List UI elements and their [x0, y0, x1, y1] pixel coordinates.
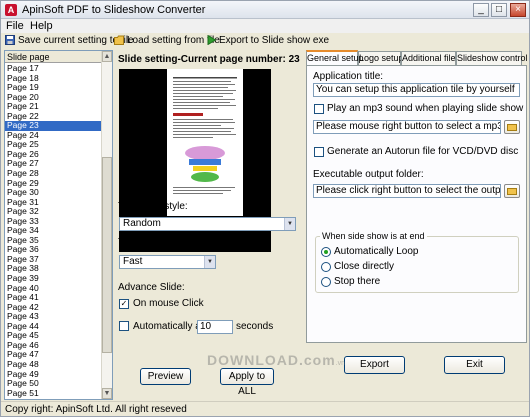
transition-speed-value: Fast: [123, 256, 143, 267]
title-bar[interactable]: A ApinSoft PDF to Slideshow Converter _ …: [1, 1, 529, 19]
transition-speed-select[interactable]: Fast ▼: [119, 255, 216, 269]
general-setup-page: Application title: You can setup this ap…: [306, 65, 527, 343]
end-behavior-title: When side show is at end: [320, 231, 427, 241]
transition-style-select[interactable]: Random ▼: [119, 217, 296, 231]
app-icon: A: [5, 4, 17, 16]
tab-general-setup[interactable]: General setup: [306, 50, 364, 65]
tab-logo-setup[interactable]: Logo setup: [358, 51, 404, 65]
page-list-item[interactable]: Page 51: [5, 388, 102, 399]
transition-style-value: Random: [123, 218, 161, 229]
app-window: A ApinSoft PDF to Slideshow Converter _ …: [0, 0, 530, 417]
slide-page-header[interactable]: Slide page: [5, 51, 102, 63]
menu-file[interactable]: File: [6, 20, 24, 32]
on-mouse-click-checkbox[interactable]: ✓: [119, 299, 129, 309]
browse-output-button[interactable]: [504, 184, 520, 198]
page-list-scrollbar[interactable]: ▲ ▼: [101, 51, 112, 399]
chevron-down-icon[interactable]: ▼: [204, 256, 215, 268]
folder-icon: [507, 188, 517, 195]
auto-after-checkbox[interactable]: [119, 321, 129, 331]
output-folder-label: Executable output folder:: [313, 169, 424, 180]
stop-there-radio[interactable]: [321, 277, 331, 287]
scroll-down-arrow-icon[interactable]: ▼: [102, 388, 112, 399]
stop-there-label[interactable]: Stop there: [334, 276, 380, 287]
auto-loop-radio[interactable]: [321, 247, 331, 257]
app-title-input[interactable]: You can setup this application tile by y…: [313, 83, 520, 97]
window-title: ApinSoft PDF to Slideshow Converter: [22, 4, 206, 16]
play-mp3-label[interactable]: Play an mp3 sound when playing slide sho…: [327, 103, 523, 114]
seconds-label: seconds: [236, 321, 274, 332]
end-behavior-group: When side show is at end Automatically L…: [315, 231, 519, 293]
export-exe-label: Export to Slide show exe: [219, 35, 330, 46]
save-icon: [5, 35, 15, 46]
chevron-down-icon[interactable]: ▼: [284, 218, 295, 230]
export-button[interactable]: Export: [344, 356, 405, 374]
tab-additional-files[interactable]: Additional files: [401, 51, 460, 65]
output-folder-input[interactable]: Please click right button to select the …: [313, 184, 501, 198]
close-directly-label[interactable]: Close directly: [334, 261, 394, 272]
tab-slideshow-control[interactable]: Slideshow control: [456, 51, 528, 65]
settings-tabs: General setup Logo setup Additional file…: [306, 50, 528, 65]
auto-after-seconds-input[interactable]: 10: [197, 320, 233, 334]
app-title-label: Application title:: [313, 71, 384, 82]
apply-to-all-button[interactable]: Apply to ALL: [220, 368, 274, 397]
preview-button[interactable]: Preview: [140, 368, 191, 385]
menu-help[interactable]: Help: [30, 20, 53, 32]
on-mouse-click-label[interactable]: On mouse Click: [133, 298, 204, 309]
menu-bar: File Help: [1, 19, 529, 33]
slide-settings-panel: Slide setting-Current page number: 23 Tr…: [115, 50, 303, 400]
advance-slide-label: Advance Slide:: [118, 282, 185, 293]
copyright-text: Copy right: ApinSoft Ltd. All right rese…: [5, 404, 187, 415]
folder-icon: [507, 124, 517, 131]
autorun-checkbox[interactable]: [314, 147, 324, 157]
watermark-sub: .vn: [335, 360, 346, 367]
transition-style-label: Transition style:: [118, 201, 188, 212]
scroll-thumb[interactable]: [102, 157, 112, 353]
browse-mp3-button[interactable]: [504, 120, 520, 134]
scroll-up-arrow-icon[interactable]: ▲: [102, 51, 112, 62]
settings-tab-panel: General setup Logo setup Additional file…: [304, 50, 528, 400]
checkmark-icon: ✓: [120, 299, 128, 308]
exit-button[interactable]: Exit: [444, 356, 505, 374]
slide-settings-title: Slide setting-Current page number: 23: [118, 54, 300, 65]
mp3-file-input[interactable]: Please mouse right button to select a mp…: [313, 120, 501, 134]
slide-page-list[interactable]: Slide page Page 17 Page 18 Page 19 Page 20 P…: [4, 50, 113, 400]
toolbar: Save current setting to file Load settin…: [1, 33, 529, 49]
close-directly-radio[interactable]: [321, 262, 331, 272]
close-button[interactable]: ×: [510, 3, 526, 17]
minimize-button[interactable]: _: [473, 3, 489, 17]
watermark-logo: DOWNLOAD.com.vn: [207, 352, 345, 368]
transition-speed-label: Transition speed:: [118, 237, 195, 248]
load-setting-button[interactable]: Load setting from file: [114, 34, 220, 48]
status-bar: Copy right: ApinSoft Ltd. All right rese…: [1, 401, 529, 416]
auto-loop-label[interactable]: Automatically Loop: [334, 246, 419, 257]
maximize-button[interactable]: □: [491, 3, 507, 17]
watermark-main: DOWNLOAD.com: [207, 352, 336, 368]
export-exe-button[interactable]: Export to Slide show exe: [207, 34, 329, 48]
open-folder-icon: [114, 35, 124, 46]
play-mp3-checkbox[interactable]: [314, 104, 324, 114]
autorun-label[interactable]: Generate an Autorun file for VCD/DVD dis…: [327, 146, 518, 157]
page-thumbnail-content: [173, 77, 237, 194]
page-list-items: Page 17 Page 18 Page 19 Page 20 Page 21 Page …: [5, 63, 102, 399]
load-setting-label: Load setting from file: [127, 35, 220, 46]
play-icon: [207, 35, 216, 46]
preview-page-thumbnail: [167, 69, 243, 216]
